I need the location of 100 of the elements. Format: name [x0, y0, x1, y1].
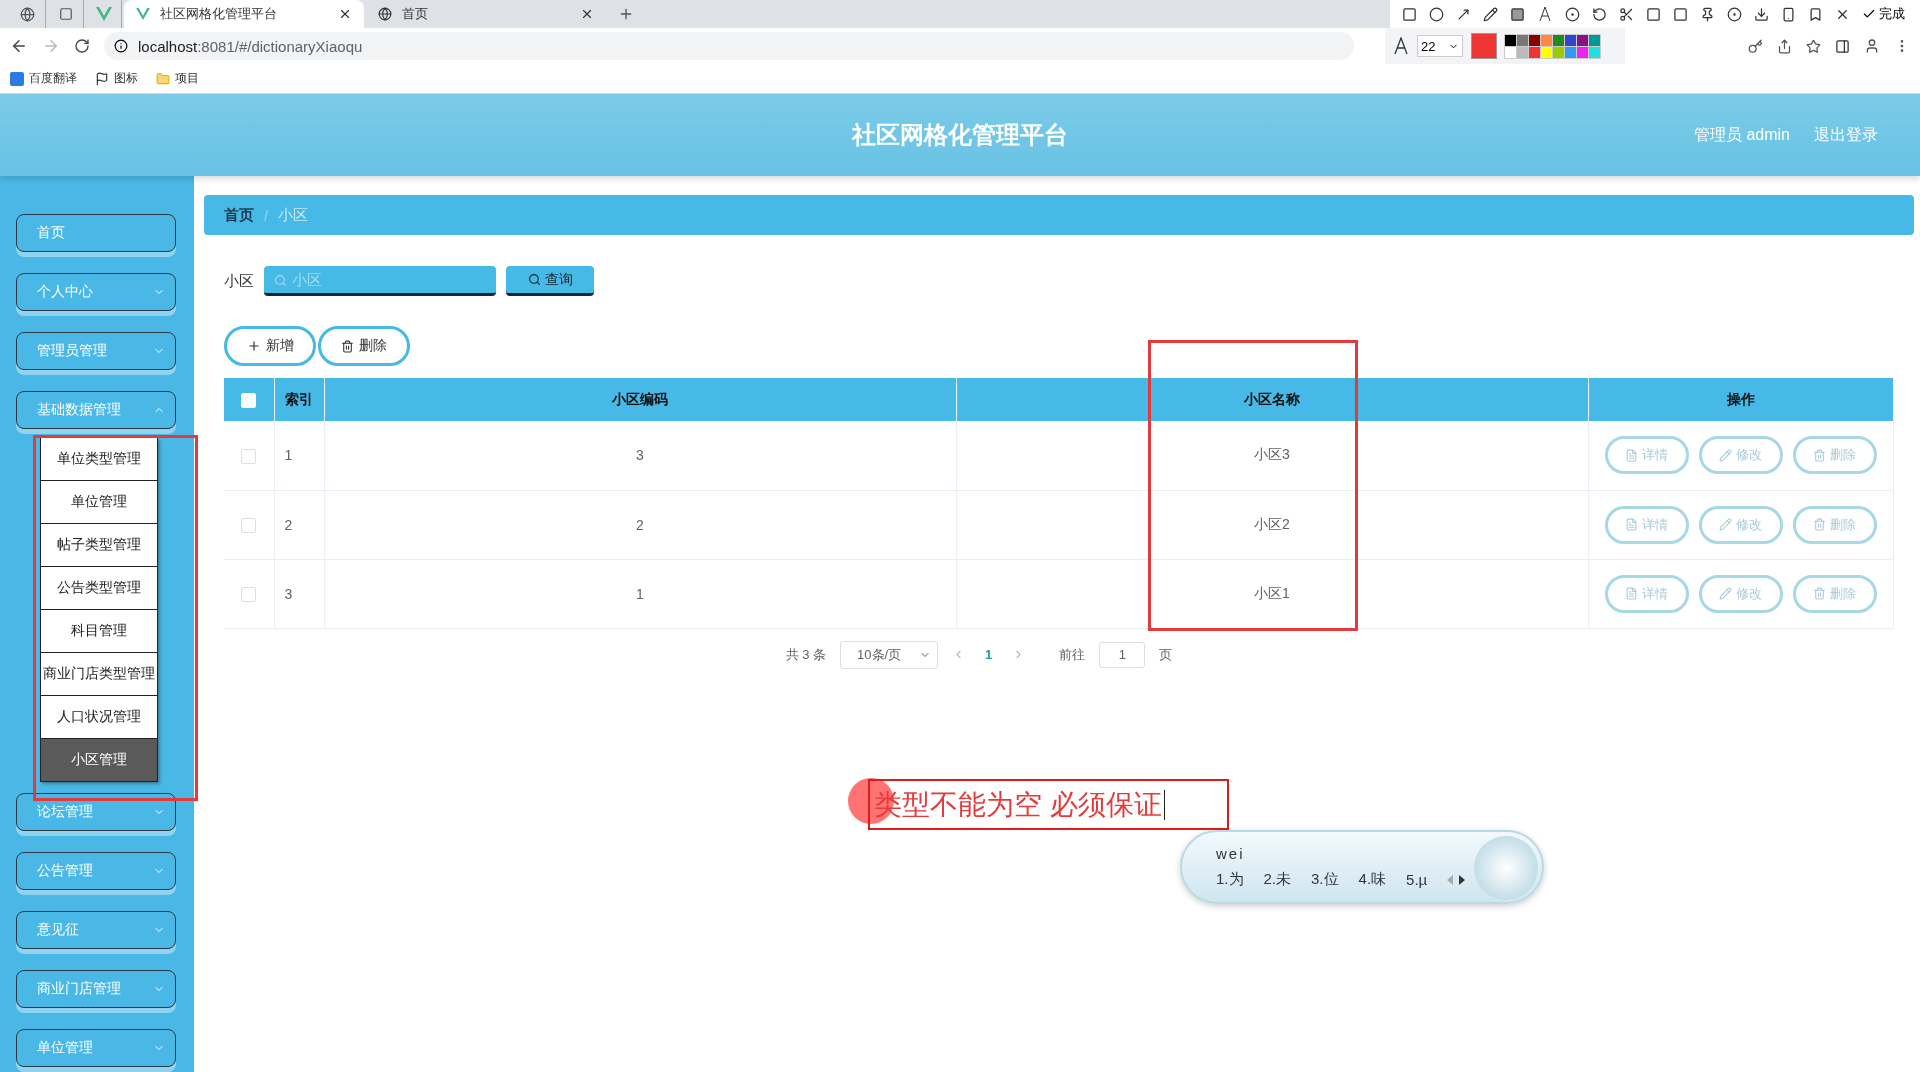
record-icon [1727, 6, 1742, 22]
document-icon [1625, 587, 1639, 600]
bookmark[interactable]: 项目 [156, 70, 199, 87]
folder-icon [156, 71, 170, 86]
ime-candidate[interactable]: 3.位 [1311, 870, 1339, 889]
address-bar[interactable]: localhost:8081/#/dictionaryXiaoqu [104, 32, 1354, 60]
page-input[interactable]: 1 [1099, 641, 1146, 668]
page-size-select[interactable]: 10条/页 [840, 640, 939, 669]
font-icon [1393, 37, 1409, 55]
circle-icon [1429, 6, 1444, 22]
row-checkbox[interactable] [241, 448, 257, 464]
pencil-icon [1483, 6, 1498, 22]
v-logo-icon [136, 8, 150, 20]
app-title: 社区网格化管理平台 [852, 120, 1068, 150]
table-cell: 2 [274, 490, 324, 559]
query-button[interactable]: 查询 [506, 266, 594, 296]
pin-icon [1700, 6, 1715, 22]
ime-candidate[interactable]: 1.为 [1216, 870, 1244, 889]
reload-icon [74, 38, 90, 54]
table-cell: 3 [274, 559, 324, 628]
ime-candidate[interactable]: 4.味 [1358, 870, 1387, 889]
bookmark-icon [1808, 6, 1823, 22]
plus-icon [618, 6, 634, 22]
table-cell: 1 [324, 559, 956, 628]
document-icon [1625, 518, 1639, 531]
delete-button[interactable]: 删除 [318, 326, 410, 366]
v-logo-icon [95, 7, 112, 21]
submenu-item[interactable]: 公告类型管理 [40, 566, 158, 610]
trash-icon [341, 339, 354, 353]
table-cell: 2 [324, 490, 956, 559]
download-icon [1754, 6, 1769, 22]
browser-tab[interactable]: 首页 [366, 0, 606, 28]
text-icon [1537, 6, 1553, 22]
bookmark[interactable]: 图标 [95, 70, 138, 87]
flag-icon [95, 71, 109, 86]
font-size-select[interactable]: 22 [1417, 35, 1463, 57]
ime-logo-icon [1474, 836, 1538, 900]
ime-candidate[interactable]: 2.未 [1263, 870, 1292, 889]
breadcrumb-link[interactable]: 首页 [224, 205, 254, 225]
pencil-icon [1719, 518, 1733, 531]
add-button[interactable]: 新增 [224, 326, 316, 366]
globe-icon [20, 6, 35, 22]
table-cell: 3 [324, 421, 956, 490]
plus-icon [246, 339, 261, 353]
check-icon [1862, 7, 1876, 21]
pencil-icon [1719, 587, 1733, 600]
mosaic-icon [1510, 6, 1525, 22]
table-cell: 小区3 [956, 421, 1588, 490]
column-header: 小区名称 [956, 378, 1588, 421]
submenu-item[interactable]: 科目管理 [40, 609, 158, 653]
search-field[interactable]: 小区 [264, 266, 496, 296]
submenu-item[interactable]: 帖子类型管理 [40, 523, 158, 567]
submenu-item[interactable]: 单位类型管理 [40, 437, 158, 481]
bookmark[interactable]: 百度翻译 [10, 70, 77, 87]
column-header: 操作 [1588, 378, 1894, 421]
arrows-icon [1447, 874, 1466, 885]
trash-icon [1813, 518, 1827, 531]
goto-label: 前往 [1059, 645, 1086, 664]
share-icon [1777, 38, 1792, 54]
user-name: 管理员 admin [1693, 124, 1790, 145]
color-palette[interactable] [1505, 34, 1600, 58]
profile-icon [1864, 38, 1880, 54]
search-label: 小区 [224, 271, 254, 291]
submenu-item[interactable]: 单位管理 [40, 480, 158, 524]
column-header: 索引 [274, 378, 324, 421]
side-panel-icon [1835, 38, 1850, 54]
column-header: 小区编码 [324, 378, 956, 421]
submenu-item[interactable]: 人口状况管理 [40, 695, 158, 739]
table-cell: 小区1 [956, 559, 1588, 628]
submenu-item[interactable]: 商业门店类型管理 [40, 652, 158, 696]
text-caret [1163, 789, 1166, 820]
done-button[interactable]: 完成 [1862, 5, 1905, 23]
scissors-icon [1619, 6, 1634, 22]
trash-icon [1813, 587, 1827, 600]
table-cell: 小区2 [956, 490, 1588, 559]
submenu-item[interactable]: 小区管理 [40, 738, 158, 782]
row-checkbox[interactable] [241, 517, 257, 533]
search-icon [527, 273, 541, 286]
table-cell: 1 [274, 421, 324, 490]
close-icon [338, 7, 352, 21]
blank-page-icon [58, 7, 73, 21]
select-all-checkbox[interactable] [241, 392, 257, 408]
undo-icon [1592, 6, 1607, 22]
search-icon [274, 274, 287, 287]
page-suffix: 页 [1159, 645, 1173, 664]
breadcrumb-separator: / [264, 206, 269, 224]
current-color-swatch[interactable] [1471, 33, 1497, 59]
key-icon [1748, 38, 1763, 54]
globe-icon [378, 7, 392, 21]
back-icon [10, 37, 28, 55]
info-icon [114, 39, 128, 53]
row-checkbox[interactable] [241, 586, 257, 602]
document-icon [1625, 448, 1639, 462]
star-icon [1806, 38, 1821, 54]
ime-candidate[interactable]: 5.µ [1406, 871, 1428, 888]
forward-icon [42, 37, 60, 55]
ime-pinyin-text: wei [1216, 845, 1246, 862]
browser-tab[interactable]: 社区网格化管理平台 [124, 0, 364, 28]
rectangle-icon [1402, 6, 1417, 22]
pencil-icon [1719, 448, 1733, 462]
